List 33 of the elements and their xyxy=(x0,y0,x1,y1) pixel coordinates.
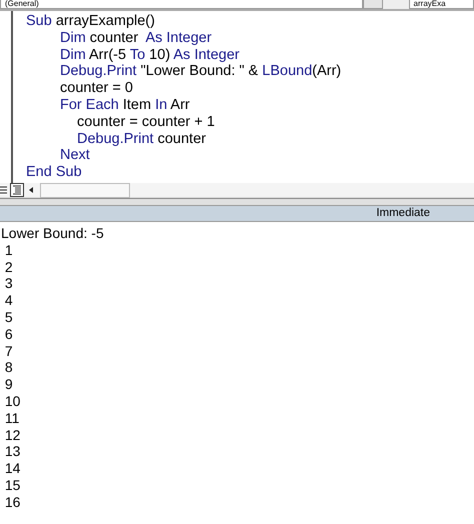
output-line: 7 xyxy=(4,342,14,360)
output-line: 2 xyxy=(4,258,14,276)
code-line: Sub arrayExample() xyxy=(26,13,156,30)
output-line: 13 xyxy=(4,443,22,460)
code-line: Next xyxy=(59,147,91,164)
output-line: 16 xyxy=(4,494,22,511)
output-line: 4 xyxy=(4,292,14,309)
output-line: 10 xyxy=(4,392,22,410)
code-line: Debug.Print "Lower Bound: " & LBound(Arr) xyxy=(59,63,342,80)
output-line: 6 xyxy=(4,326,14,343)
output-line: 1 xyxy=(4,242,14,259)
output-line: 12 xyxy=(4,426,22,444)
output-line: 15 xyxy=(4,476,22,494)
code-line: counter = counter + 1 xyxy=(76,114,216,131)
output-line: 8 xyxy=(4,359,14,376)
output-line: 11 xyxy=(4,410,20,427)
window-title: Immediate xyxy=(376,206,430,221)
procedure-view-icon[interactable] xyxy=(0,184,8,196)
output-line: 9 xyxy=(4,376,14,393)
output-line: Lower Bound: -5 xyxy=(0,225,105,242)
module-view-icon[interactable] xyxy=(10,183,24,197)
code-line: Debug.Print counter xyxy=(76,130,207,148)
code-line: counter = 0 xyxy=(59,80,134,97)
procedure-dropdown[interactable]: arrayExa xyxy=(408,0,474,9)
object-dropdown[interactable]: (General) xyxy=(0,0,363,9)
code-line: Dim Arr(-5 To 10) As Integer xyxy=(59,46,240,64)
output-line: 3 xyxy=(4,275,14,292)
output-line: 14 xyxy=(4,460,22,477)
scrollbar-thumb[interactable] xyxy=(40,182,130,198)
code-line: Dim counter As Integer xyxy=(59,30,213,47)
output-line: 5 xyxy=(4,308,14,326)
code-line: For Each Item In Arr xyxy=(59,96,191,114)
code-line: End Sub xyxy=(26,164,83,181)
